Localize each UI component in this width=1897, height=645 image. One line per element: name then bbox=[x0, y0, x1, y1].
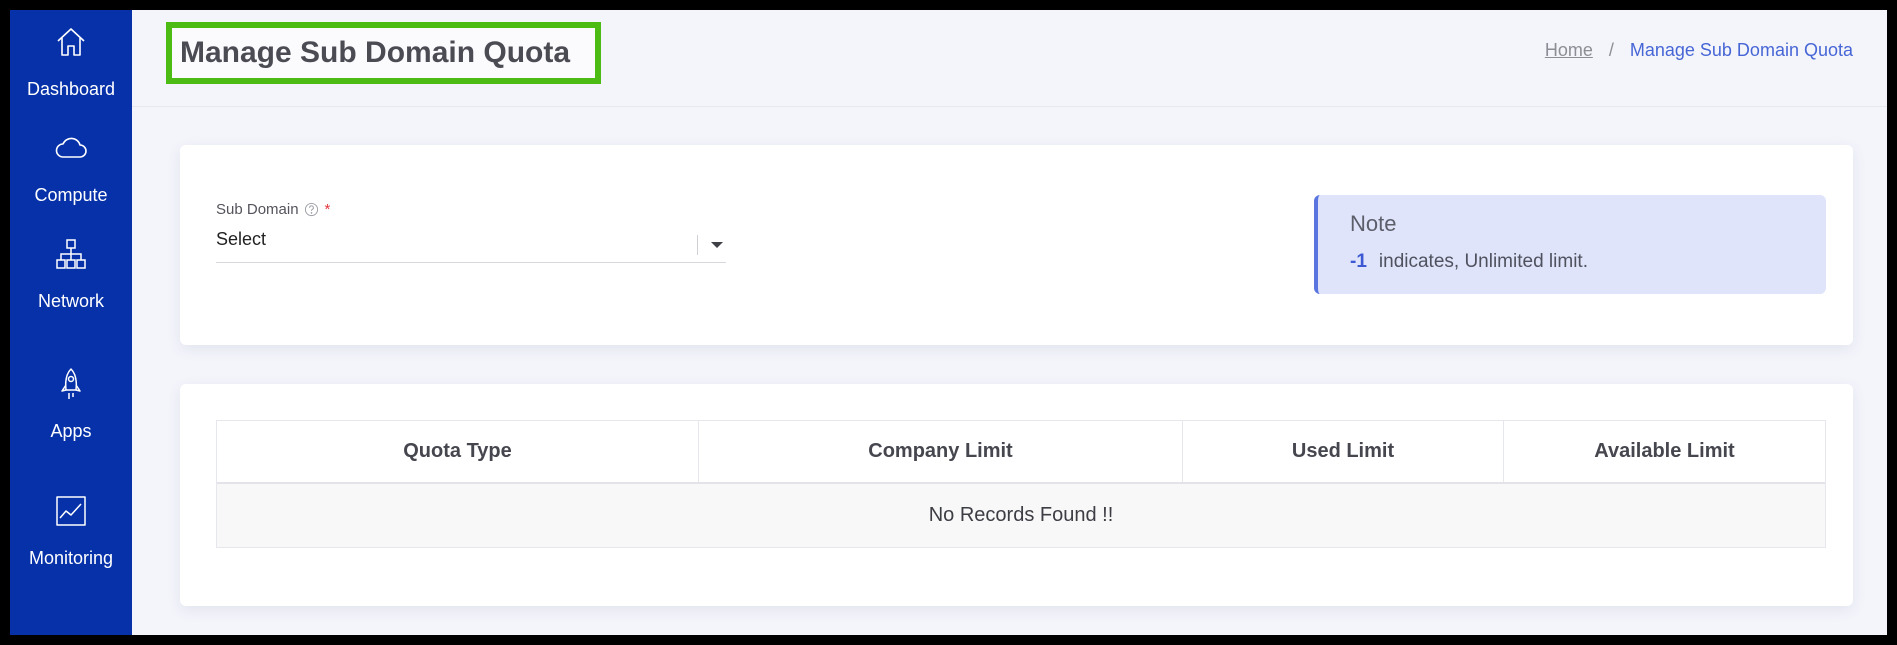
sidebar-item-network[interactable]: Network bbox=[10, 228, 132, 338]
note-title: Note bbox=[1350, 211, 1397, 236]
page-header: Manage Sub Domain Quota Home / Manage Su… bbox=[132, 10, 1887, 107]
sidebar-item-apps[interactable]: Apps bbox=[10, 358, 132, 468]
note-text: indicates, Unlimited limit. bbox=[1378, 251, 1588, 272]
empty-state-message: No Records Found !! bbox=[217, 484, 1825, 547]
sub-domain-select[interactable]: Select bbox=[216, 225, 726, 263]
rocket-icon bbox=[53, 366, 89, 402]
filter-card: Sub Domain * Select Note -1 indicates, Un… bbox=[180, 145, 1853, 345]
column-header-company-limit[interactable]: Company Limit bbox=[699, 421, 1183, 482]
cloud-icon bbox=[53, 130, 89, 166]
sidebar-item-dashboard[interactable]: Dashboard bbox=[10, 16, 132, 126]
sidebar-item-label: Compute bbox=[34, 185, 108, 205]
table-header: Quota Type Company Limit Used Limit Avai… bbox=[217, 421, 1825, 484]
sidebar-item-compute[interactable]: Compute bbox=[10, 122, 132, 232]
sidebar-item-monitoring[interactable]: Monitoring bbox=[10, 485, 132, 595]
sub-domain-label: Sub Domain bbox=[216, 201, 299, 218]
breadcrumb-current: Manage Sub Domain Quota bbox=[1629, 40, 1853, 60]
sidebar-item-label: Network bbox=[37, 291, 104, 311]
note-value: -1 bbox=[1350, 251, 1367, 272]
column-header-used-limit[interactable]: Used Limit bbox=[1183, 421, 1504, 482]
sidebar-item-label: Apps bbox=[50, 421, 92, 441]
chevron-down-icon[interactable] bbox=[710, 238, 724, 252]
sidebar-item-label: Monitoring bbox=[28, 548, 114, 568]
breadcrumb-home-link[interactable]: Home bbox=[1545, 40, 1593, 61]
note-box: Note -1 indicates, Unlimited limit. bbox=[1314, 195, 1826, 294]
chart-icon bbox=[53, 493, 89, 529]
quota-table-card: Quota Type Company Limit Used Limit Avai… bbox=[180, 384, 1853, 606]
sidebar: Dashboard Compute Network Apps Monitorin… bbox=[10, 10, 132, 635]
select-divider bbox=[697, 235, 698, 255]
breadcrumb: Home / Manage Sub Domain Quota bbox=[1545, 40, 1853, 61]
app-window: Dashboard Compute Network Apps Monitorin… bbox=[10, 10, 1887, 635]
select-value: Select bbox=[216, 229, 267, 249]
network-icon bbox=[53, 236, 89, 272]
page-title: Manage Sub Domain Quota bbox=[180, 36, 571, 69]
column-header-quota-type[interactable]: Quota Type bbox=[217, 421, 699, 482]
quota-table: Quota Type Company Limit Used Limit Avai… bbox=[216, 420, 1826, 548]
page-title-highlight: Manage Sub Domain Quota bbox=[166, 22, 601, 84]
home-icon bbox=[53, 24, 89, 60]
required-mark: * bbox=[324, 201, 331, 218]
help-icon[interactable] bbox=[304, 202, 319, 217]
sub-domain-label-row: Sub Domain * bbox=[216, 201, 330, 218]
column-header-available-limit[interactable]: Available Limit bbox=[1504, 421, 1825, 482]
breadcrumb-separator: / bbox=[1608, 40, 1614, 60]
note-text-row: -1 indicates, Unlimited limit. bbox=[1350, 251, 1588, 273]
sidebar-item-label: Dashboard bbox=[26, 79, 116, 99]
